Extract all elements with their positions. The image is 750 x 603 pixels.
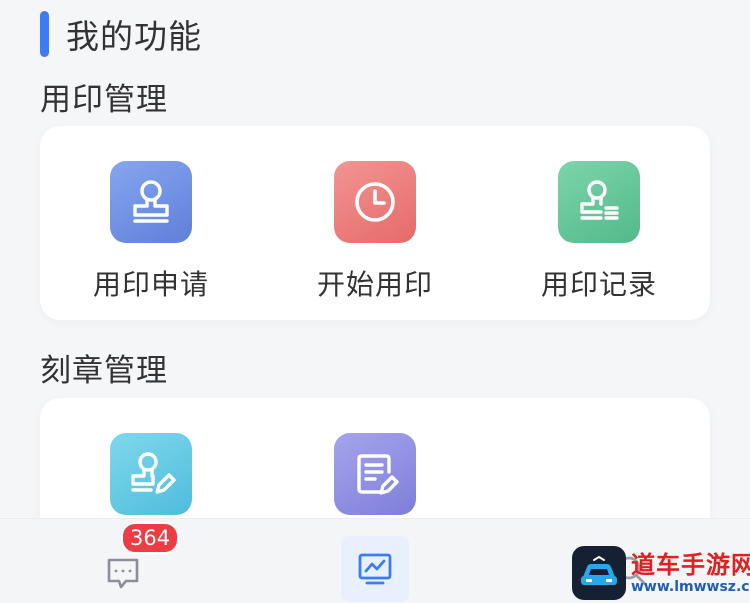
title-accent-bar <box>40 11 49 57</box>
seal-stamp-icon <box>110 161 192 243</box>
message-count-badge: 364 <box>121 522 180 554</box>
seal-record-icon <box>558 161 640 243</box>
start-seal-button[interactable]: 开始用印 <box>285 161 465 303</box>
page-title: 我的功能 <box>66 17 202 56</box>
seal-apply-button[interactable]: 用印申请 <box>61 161 241 303</box>
seal-edit-icon <box>110 433 192 515</box>
header: 我的功能 <box>40 10 202 58</box>
tab-statistics[interactable] <box>341 536 409 602</box>
card-seal-use: 用印申请 开始用印 用印记录 <box>40 126 710 320</box>
document-edit-icon <box>334 433 416 515</box>
watermark-title: 道车手游网 <box>631 551 750 579</box>
watermark-url: www.lmwwsz.com <box>631 579 750 595</box>
section-title-seal-carving: 刻章管理 <box>40 353 168 389</box>
tab-messages[interactable] <box>104 555 142 591</box>
tile-label: 开始用印 <box>316 268 433 301</box>
chart-icon <box>358 553 392 585</box>
seal-record-button[interactable]: 用印记录 <box>509 161 689 303</box>
section-title-seal-use: 用印管理 <box>40 82 168 118</box>
chat-icon <box>107 558 139 589</box>
site-watermark: 道车手游网 www.lmwwsz.com <box>572 546 750 600</box>
clock-icon <box>334 161 416 243</box>
car-logo-icon <box>572 546 626 600</box>
tile-label: 用印记录 <box>540 268 657 301</box>
tile-label: 用印申请 <box>92 268 209 301</box>
